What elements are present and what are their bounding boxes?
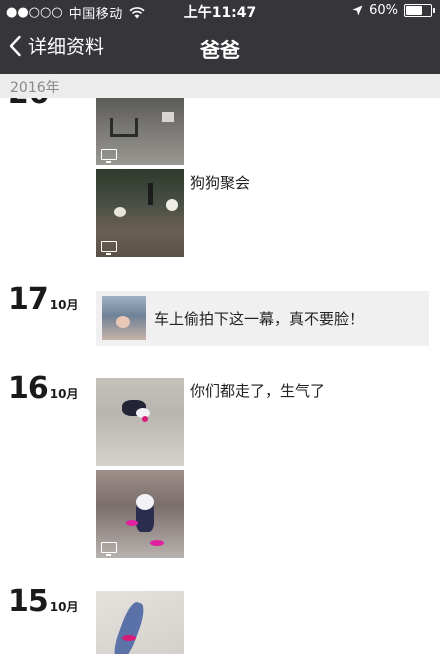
thumbnail-detail xyxy=(110,118,138,137)
post-date: 16 10月 xyxy=(8,371,78,406)
moments-timeline[interactable]: 20 狗狗聚会 1710月 车上偷拍下这一幕，真不要脸！ 1610月 你们都走了… xyxy=(0,98,440,654)
thumbnail-detail xyxy=(116,316,130,328)
photo-thumbnail[interactable] xyxy=(96,378,184,466)
battery-percent: 60% xyxy=(369,3,398,18)
year-header: 2016年 xyxy=(0,74,440,98)
post-date: 17 10月 xyxy=(8,282,78,317)
battery-icon xyxy=(404,4,435,17)
video-thumbnail[interactable] xyxy=(96,98,184,165)
thumbnail-detail xyxy=(110,599,148,654)
battery-level xyxy=(406,6,422,15)
post-caption[interactable]: 你们都走了，生气了 xyxy=(190,380,325,401)
thumbnail-detail xyxy=(148,183,153,205)
thumbnail-detail xyxy=(114,207,126,217)
thumbnail-detail xyxy=(142,416,148,422)
video-icon xyxy=(101,241,117,255)
video-thumbnail[interactable] xyxy=(96,470,184,558)
thumbnail-detail xyxy=(166,199,178,211)
year-label: 2016年 xyxy=(10,80,60,96)
photo-thumbnail[interactable] xyxy=(96,591,184,654)
date-month: 10月 xyxy=(49,298,79,312)
video-icon xyxy=(101,149,117,163)
date-day: 16 xyxy=(8,371,49,406)
date-month: 10月 xyxy=(49,600,79,614)
date-day: 17 xyxy=(8,282,49,317)
video-icon xyxy=(101,542,117,556)
date-day-partial: 20 xyxy=(8,98,50,111)
location-arrow-icon xyxy=(352,5,363,16)
video-thumbnail[interactable] xyxy=(96,169,184,257)
link-thumbnail xyxy=(102,296,146,340)
link-title: 车上偷拍下这一幕，真不要脸！ xyxy=(154,310,365,328)
status-bar: ●●○○○ 中国移动 上午11:47 60% xyxy=(0,0,440,22)
thumbnail-detail xyxy=(126,520,138,526)
date-day: 15 xyxy=(8,584,49,619)
post-date: 15 10月 xyxy=(8,584,78,619)
thumbnail-detail xyxy=(150,540,164,546)
navigation-bar: 详细资料 爸爸 xyxy=(0,22,440,74)
shared-link-card[interactable]: 车上偷拍下这一幕，真不要脸！ xyxy=(96,291,429,346)
thumbnail-detail xyxy=(136,494,154,510)
page-title: 爸爸 xyxy=(200,38,240,62)
thumbnail-detail xyxy=(162,112,174,122)
thumbnail-detail xyxy=(122,635,136,641)
date-month: 10月 xyxy=(49,387,79,401)
post-caption[interactable]: 狗狗聚会 xyxy=(190,172,250,193)
